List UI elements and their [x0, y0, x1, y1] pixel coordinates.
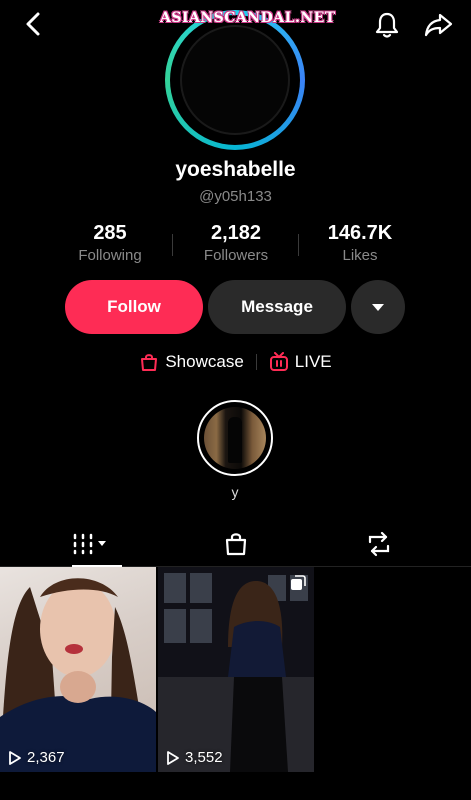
following-count: 285 [93, 222, 127, 244]
highlight-label: y [231, 484, 239, 500]
following-label: Following [78, 247, 142, 264]
repost-icon [368, 531, 389, 557]
profile-username: yoeshabelle [175, 158, 296, 181]
grid-icon [73, 533, 106, 555]
likes-stat[interactable]: 146.7K Likes [300, 222, 420, 264]
tab-reposts[interactable] [300, 522, 457, 566]
followers-stat[interactable]: 2,182 Followers [176, 222, 296, 264]
view-count: 2,367 [8, 749, 65, 766]
stat-divider [298, 234, 299, 256]
followers-label: Followers [203, 247, 269, 264]
highlight-thumbnail [204, 407, 266, 469]
view-count-value: 2,367 [27, 749, 65, 766]
bag-icon [225, 533, 246, 556]
video-grid: 2,367 3,552 [0, 567, 471, 772]
following-stat[interactable]: 285 Following [50, 222, 170, 264]
likes-count: 146.7K [327, 222, 393, 244]
view-count: 3,552 [166, 749, 223, 766]
showcase-label: Showcase [165, 352, 244, 371]
stat-divider [172, 234, 173, 256]
followers-count: 2,182 [210, 222, 262, 244]
tab-videos[interactable] [12, 522, 169, 567]
message-button[interactable]: Message [208, 280, 346, 334]
thumbnail-image [158, 567, 314, 772]
thumbnail-image [0, 578, 156, 772]
profile-links: Showcase LIVE [0, 352, 471, 372]
bag-icon [141, 354, 158, 371]
share-icon[interactable] [422, 10, 454, 40]
multi-photo-icon [291, 575, 306, 590]
follow-button[interactable]: Follow [65, 280, 203, 334]
likes-label: Likes [342, 247, 378, 264]
avatar[interactable] [165, 10, 305, 150]
video-thumbnail[interactable]: 3,552 [158, 567, 314, 772]
tab-shop[interactable] [157, 522, 314, 566]
chevron-down-icon [372, 303, 384, 311]
view-count-value: 3,552 [185, 749, 223, 766]
bell-icon[interactable] [372, 10, 402, 40]
video-thumbnail[interactable]: 2,367 [0, 567, 156, 772]
chevron-down-icon [97, 541, 106, 546]
play-icon [9, 750, 21, 765]
live-icon [269, 352, 288, 371]
showcase-link[interactable]: Showcase [139, 352, 244, 372]
play-icon [167, 750, 179, 765]
profile-tabs [0, 522, 471, 567]
back-icon[interactable] [20, 10, 48, 38]
more-options-button[interactable] [351, 280, 405, 334]
story-highlight[interactable] [197, 400, 273, 476]
profile-handle: @y05h133 [199, 188, 272, 205]
watermark: ASIANSCANDAL.NET [160, 10, 336, 26]
link-divider [255, 354, 257, 370]
live-label: LIVE [294, 352, 332, 371]
live-link[interactable]: LIVE [269, 352, 332, 372]
bottom-strip [0, 772, 471, 800]
